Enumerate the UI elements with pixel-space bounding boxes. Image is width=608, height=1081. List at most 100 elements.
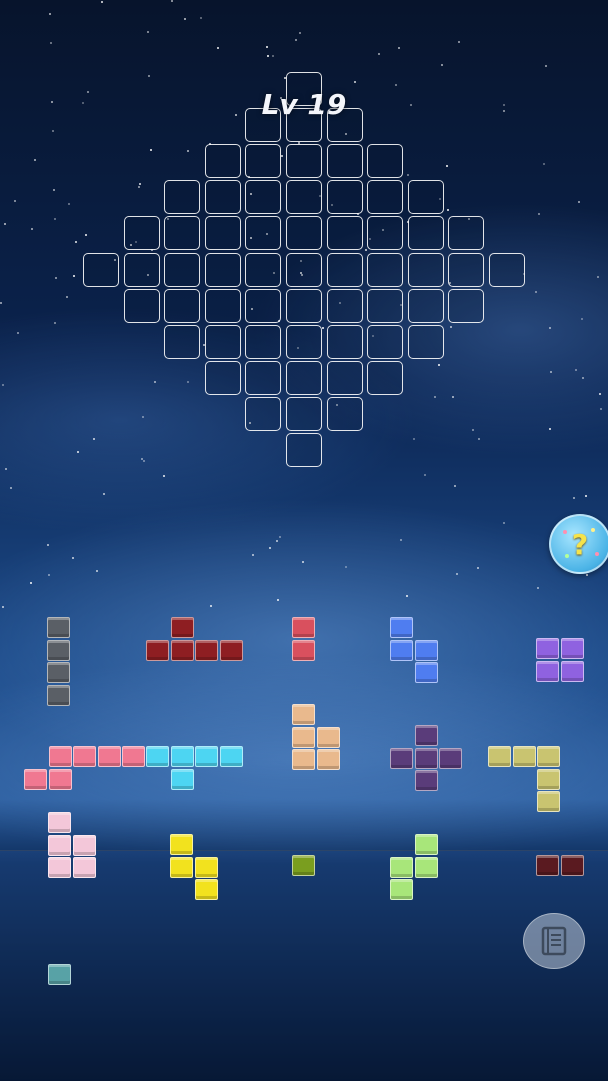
board-cell[interactable] (326, 396, 363, 431)
piece-block (73, 746, 96, 767)
board-cell[interactable] (164, 324, 201, 359)
piece-block (170, 834, 193, 855)
board-cell[interactable] (286, 360, 322, 395)
board-cell[interactable] (448, 216, 485, 251)
piece-block (512, 746, 536, 767)
piece-block (414, 747, 438, 769)
star (10, 487, 12, 489)
level-label: Lv 19 (261, 88, 347, 121)
board-cell[interactable] (286, 144, 322, 179)
piece-block (560, 638, 584, 659)
board-cell[interactable] (326, 360, 363, 395)
board-cell[interactable] (407, 324, 444, 359)
board-cell[interactable] (326, 144, 363, 179)
board-cell[interactable] (286, 324, 322, 359)
piece-block (194, 879, 218, 900)
board-cell[interactable] (489, 252, 525, 287)
star (277, 599, 279, 601)
board-cell[interactable] (204, 252, 241, 287)
star (503, 522, 505, 524)
board-cell[interactable] (83, 252, 119, 287)
board-cell[interactable] (407, 180, 444, 215)
board-cell[interactable] (245, 360, 282, 395)
board-cell[interactable] (326, 324, 363, 359)
board-cell[interactable] (407, 252, 444, 287)
star (586, 574, 588, 576)
board-cell[interactable] (204, 288, 241, 323)
piece-block (316, 749, 340, 770)
board-cell[interactable] (367, 216, 404, 251)
board-cell[interactable] (367, 360, 404, 395)
board-cell[interactable] (407, 288, 444, 323)
board-cell[interactable] (367, 144, 404, 179)
hint-button[interactable]: ? (549, 514, 608, 574)
board-cell[interactable] (326, 288, 363, 323)
piece-block (47, 662, 70, 683)
board-cell[interactable] (286, 216, 322, 251)
board-cell[interactable] (407, 216, 444, 251)
board-cell[interactable] (245, 180, 282, 215)
board-cell[interactable] (204, 360, 241, 395)
star (454, 485, 456, 487)
board-cell[interactable] (164, 288, 201, 323)
star (302, 561, 304, 563)
star (477, 567, 479, 569)
board-cell[interactable] (204, 180, 241, 215)
piece-block (292, 617, 315, 638)
star (279, 536, 281, 538)
star (72, 557, 74, 559)
piece-block (390, 617, 413, 638)
board-cell[interactable] (245, 252, 282, 287)
board-cell[interactable] (123, 252, 160, 287)
board-cell[interactable] (367, 252, 404, 287)
board-cell[interactable] (164, 252, 201, 287)
piece-block (292, 855, 315, 876)
piece-block (122, 746, 145, 767)
board-cell[interactable] (204, 324, 241, 359)
book-button[interactable] (523, 913, 585, 969)
book-icon (541, 926, 567, 956)
board-cell[interactable] (326, 216, 363, 251)
board-cell[interactable] (448, 252, 485, 287)
board-cell[interactable] (245, 324, 282, 359)
sea-background (0, 850, 608, 1081)
board-cell[interactable] (245, 144, 282, 179)
star (400, 539, 402, 541)
board-cell[interactable] (123, 288, 160, 323)
board-cell[interactable] (367, 288, 404, 323)
board-cell[interactable] (164, 180, 201, 215)
piece-block (195, 746, 218, 767)
board-cell[interactable] (326, 252, 363, 287)
sprinkle-dot (591, 528, 595, 532)
board-cell[interactable] (164, 216, 201, 251)
piece-block (72, 834, 96, 856)
piece-block (414, 639, 438, 661)
board-cell[interactable] (286, 180, 322, 215)
star (269, 547, 271, 549)
piece-block (48, 964, 71, 985)
piece-block (560, 660, 584, 682)
board-cell[interactable] (326, 180, 363, 215)
board-cell[interactable] (123, 216, 160, 251)
star (406, 595, 408, 597)
board-cell[interactable] (245, 396, 282, 431)
board-cell[interactable] (367, 324, 404, 359)
piece-block (488, 746, 511, 767)
sprinkle-dot (563, 530, 567, 534)
star (47, 544, 49, 546)
board-cell[interactable] (245, 288, 282, 323)
board-cell[interactable] (245, 216, 282, 251)
board-cell[interactable] (286, 433, 322, 467)
board-cell[interactable] (204, 144, 241, 179)
board-cell[interactable] (204, 216, 241, 251)
piece-block (97, 746, 121, 767)
board-cell[interactable] (367, 180, 404, 215)
star (276, 540, 278, 542)
board-cell[interactable] (286, 252, 322, 287)
board-cell[interactable] (286, 288, 322, 323)
board-cell[interactable] (448, 288, 485, 323)
piece-block (194, 856, 218, 878)
board-cell[interactable] (286, 396, 322, 431)
piece-block (439, 747, 462, 769)
piece-block (390, 856, 413, 878)
